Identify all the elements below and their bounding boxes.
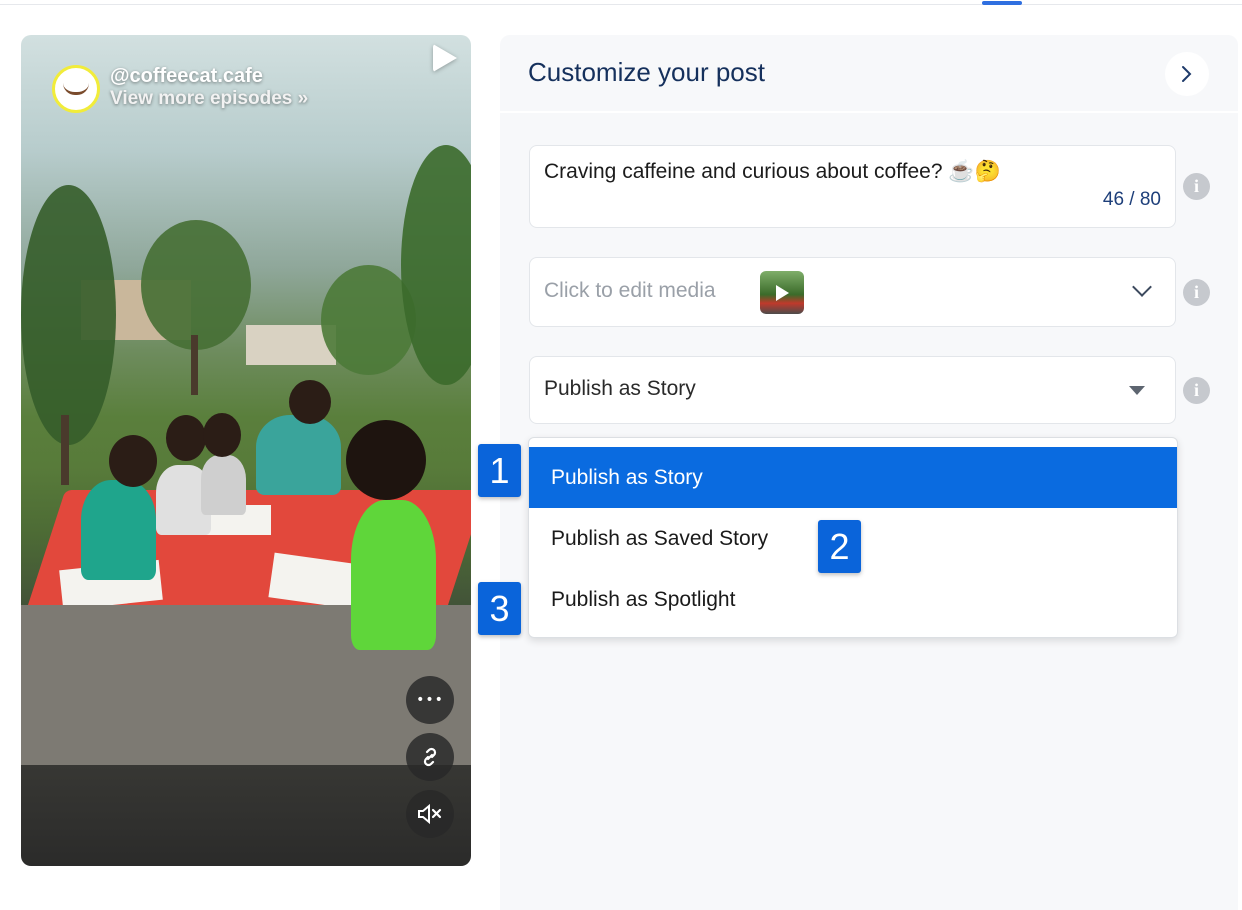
more-options-button[interactable]: ••• <box>406 676 454 724</box>
adult-head <box>289 380 331 424</box>
play-icon <box>775 284 789 301</box>
info-icon[interactable]: i <box>1183 173 1210 200</box>
panel-title: Customize your post <box>528 57 765 87</box>
child-head <box>203 413 241 457</box>
view-more-episodes-link[interactable]: View more episodes » <box>110 88 308 110</box>
child <box>201 455 246 515</box>
tree-trunk <box>191 335 198 395</box>
caret-down-icon <box>1129 386 1145 395</box>
media-thumbnail[interactable] <box>760 271 804 314</box>
profile-username[interactable]: @coffeecat.cafe <box>110 65 263 88</box>
ellipsis-icon: ••• <box>416 692 444 708</box>
child <box>351 500 436 650</box>
marker-badge-2: 2 <box>818 520 861 573</box>
option-publish-as-spotlight[interactable]: Publish as Spotlight <box>529 569 1177 630</box>
adult <box>256 415 341 495</box>
collapse-panel-button[interactable] <box>1165 52 1209 96</box>
tree <box>401 145 471 385</box>
child-head <box>109 435 157 487</box>
chevron-right-icon <box>1182 66 1192 82</box>
mute-button[interactable] <box>406 790 454 838</box>
active-tab-indicator <box>982 1 1022 5</box>
child-head <box>166 415 206 461</box>
panel-header: Customize your post <box>500 35 1238 113</box>
caption-text[interactable]: Craving caffeine and curious about coffe… <box>544 160 1001 184</box>
child-head <box>346 420 426 500</box>
caption-character-counter: 46 / 80 <box>1102 189 1161 210</box>
play-icon[interactable] <box>433 44 457 72</box>
marker-badge-1: 1 <box>478 444 521 497</box>
info-icon[interactable]: i <box>1183 279 1210 306</box>
info-icon[interactable]: i <box>1183 377 1210 404</box>
option-publish-as-story[interactable]: Publish as Story <box>529 447 1177 508</box>
edit-media-field[interactable]: Click to edit media <box>529 257 1176 327</box>
edit-media-placeholder: Click to edit media <box>544 279 716 302</box>
post-preview[interactable]: @coffeecat.cafe View more episodes » ••• <box>21 35 471 866</box>
publish-type-select[interactable]: Publish as Story <box>529 356 1176 424</box>
tree <box>141 220 251 350</box>
profile-avatar[interactable] <box>52 65 100 113</box>
marker-badge-3: 3 <box>478 582 521 635</box>
publish-type-selected-value: Publish as Story <box>544 377 696 400</box>
child <box>81 480 156 580</box>
tree <box>21 185 116 445</box>
chevron-down-icon[interactable] <box>1132 277 1152 297</box>
link-icon <box>423 747 437 767</box>
copy-link-button[interactable] <box>406 733 454 781</box>
coffee-cup-logo <box>63 83 89 95</box>
tree-trunk <box>61 415 69 485</box>
caption-field[interactable]: Craving caffeine and curious about coffe… <box>529 145 1176 228</box>
top-divider <box>0 4 1242 5</box>
speaker-muted-icon <box>418 803 442 825</box>
